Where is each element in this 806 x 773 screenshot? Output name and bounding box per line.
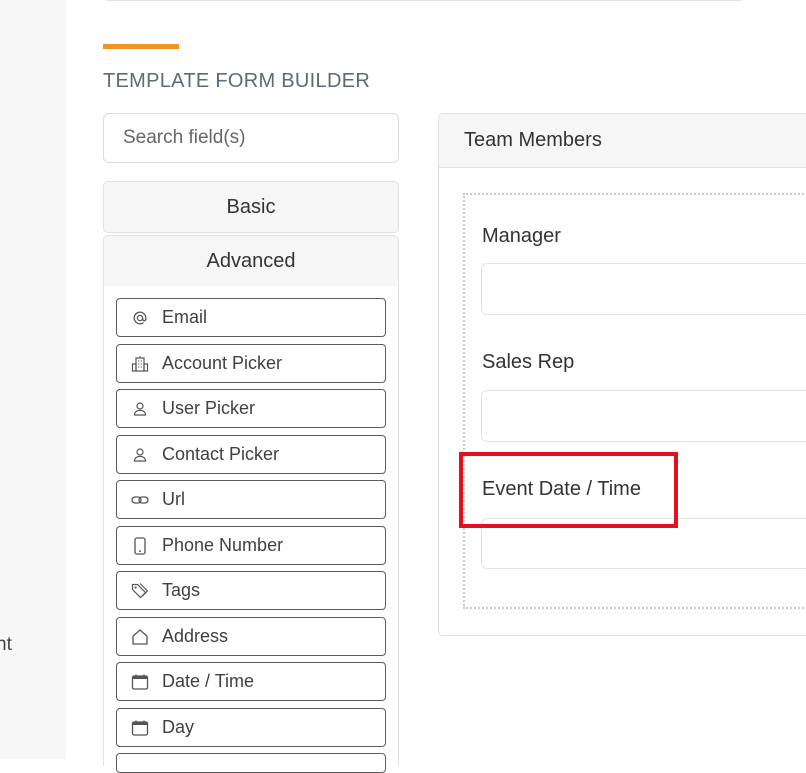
field-item-next[interactable] bbox=[116, 753, 386, 773]
field-item-email[interactable]: Email bbox=[116, 298, 386, 337]
form-field-label-event-date-time: Event Date / Time bbox=[482, 478, 641, 500]
user-icon bbox=[130, 399, 150, 419]
calendar-icon bbox=[130, 718, 150, 738]
form-section-title: Team Members bbox=[464, 129, 602, 151]
at-icon bbox=[130, 308, 150, 328]
section-accent-bar bbox=[103, 44, 179, 49]
field-item-label: Tags bbox=[162, 580, 201, 600]
field-item-url[interactable]: Url bbox=[116, 480, 386, 519]
sidebar-truncated-label[interactable]: nt bbox=[0, 634, 12, 656]
field-item-label: Date / Time bbox=[162, 671, 255, 691]
home-icon bbox=[130, 627, 150, 647]
accordion-basic[interactable]: Basic bbox=[103, 181, 399, 233]
form-section-header[interactable]: Team Members bbox=[439, 114, 806, 168]
field-item-day[interactable]: Day bbox=[116, 708, 386, 747]
field-item-contact-picker[interactable]: Contact Picker bbox=[116, 435, 386, 474]
field-item-user-picker[interactable]: User Picker bbox=[116, 389, 386, 428]
form-field-label-manager: Manager bbox=[482, 225, 561, 247]
field-item-label: Phone Number bbox=[162, 535, 284, 555]
form-field-label-sales-rep: Sales Rep bbox=[482, 351, 575, 373]
phone-icon bbox=[130, 536, 150, 556]
field-item-label: Account Picker bbox=[162, 353, 283, 373]
calendar-icon bbox=[130, 672, 150, 692]
top-panel-edge bbox=[103, 0, 745, 1]
field-item-tags[interactable]: Tags bbox=[116, 571, 386, 610]
field-item-label: Day bbox=[162, 717, 195, 737]
building-icon bbox=[130, 354, 150, 374]
field-item-label: User Picker bbox=[162, 398, 256, 418]
field-search-input[interactable] bbox=[103, 113, 399, 163]
field-item-account-picker[interactable]: Account Picker bbox=[116, 344, 386, 383]
event-date-time-input[interactable] bbox=[481, 518, 806, 569]
accordion-advanced-label: Advanced bbox=[206, 249, 296, 272]
section-title: TEMPLATE FORM BUILDER bbox=[103, 70, 371, 92]
accordion-advanced[interactable]: Advanced bbox=[103, 235, 399, 287]
link-icon bbox=[130, 490, 150, 510]
tag-icon bbox=[130, 581, 150, 601]
field-item-phone-number[interactable]: Phone Number bbox=[116, 526, 386, 565]
field-item-label: Url bbox=[162, 489, 185, 509]
field-item-label: Contact Picker bbox=[162, 444, 280, 464]
manager-input[interactable] bbox=[481, 263, 806, 315]
field-item-label: Address bbox=[162, 626, 229, 646]
sales-rep-input[interactable] bbox=[481, 390, 806, 442]
accordion-basic-label: Basic bbox=[226, 195, 276, 218]
field-item-label: Email bbox=[162, 307, 208, 327]
field-item-date-time[interactable]: Date / Time bbox=[116, 662, 386, 701]
field-item-address[interactable]: Address bbox=[116, 617, 386, 656]
contact-icon bbox=[130, 445, 150, 465]
